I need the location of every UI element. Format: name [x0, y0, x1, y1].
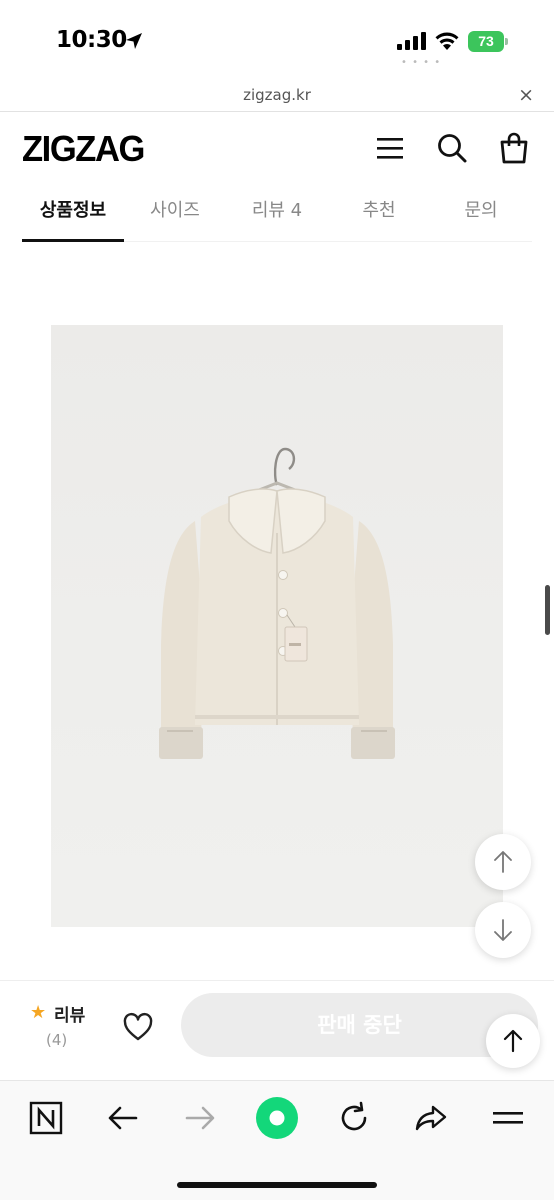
- search-icon[interactable]: [436, 132, 468, 164]
- close-icon[interactable]: ×: [518, 84, 534, 106]
- status-time: 10:30: [56, 27, 127, 53]
- arrow-up-icon: [503, 1029, 523, 1053]
- shopping-bag-icon[interactable]: [498, 132, 530, 164]
- url-bar[interactable]: zigzag.kr ×: [0, 82, 554, 112]
- hamburger-menu-icon[interactable]: [374, 132, 406, 164]
- browser-toolbar: [0, 1080, 554, 1200]
- tab-inquiry[interactable]: 문의: [430, 184, 532, 241]
- page-up-button[interactable]: [475, 834, 531, 890]
- scroll-top-button[interactable]: [486, 1014, 540, 1068]
- jacket-illustration: [159, 447, 395, 759]
- star-icon: ★: [30, 1002, 47, 1023]
- url-text[interactable]: zigzag.kr: [0, 86, 554, 104]
- more-menu-icon[interactable]: [490, 1100, 526, 1136]
- naver-n-icon[interactable]: [28, 1100, 64, 1136]
- scrollbar[interactable]: [545, 585, 550, 635]
- dots-indicator: • • • •: [401, 57, 442, 68]
- heart-icon[interactable]: [122, 1012, 154, 1042]
- share-icon[interactable]: [413, 1100, 449, 1136]
- home-indicator: [177, 1182, 377, 1188]
- arrow-down-icon: [494, 919, 512, 941]
- sale-stopped-button[interactable]: 판매 중단: [181, 993, 538, 1057]
- back-arrow-icon[interactable]: [105, 1100, 141, 1136]
- green-home-button-icon[interactable]: [255, 1096, 299, 1140]
- zigzag-logo[interactable]: ZIGZAG: [22, 128, 145, 170]
- tab-review[interactable]: 리뷰 4: [226, 184, 328, 241]
- battery-icon: 73: [468, 31, 508, 52]
- battery-level: 73: [468, 31, 504, 52]
- refresh-icon[interactable]: [336, 1100, 372, 1136]
- product-tabs: 상품정보 사이즈 리뷰 4 추천 문의: [22, 184, 532, 242]
- arrow-up-icon: [494, 851, 512, 873]
- product-image: [51, 325, 503, 927]
- tab-product-info[interactable]: 상품정보: [22, 184, 124, 242]
- status-bar: 10:30 73 • • • •: [0, 0, 554, 82]
- divider: [0, 980, 554, 981]
- wifi-icon: [435, 32, 459, 50]
- tab-size[interactable]: 사이즈: [124, 184, 226, 241]
- tab-recommend[interactable]: 추천: [328, 184, 430, 241]
- location-arrow-icon: [126, 33, 142, 49]
- review-count: (4): [46, 1031, 68, 1049]
- review-label: 리뷰: [54, 1006, 86, 1026]
- forward-arrow-icon[interactable]: [182, 1100, 218, 1136]
- site-header: ZIGZAG: [0, 112, 554, 184]
- cellular-signal-icon: [397, 32, 426, 50]
- page-down-button[interactable]: [475, 902, 531, 958]
